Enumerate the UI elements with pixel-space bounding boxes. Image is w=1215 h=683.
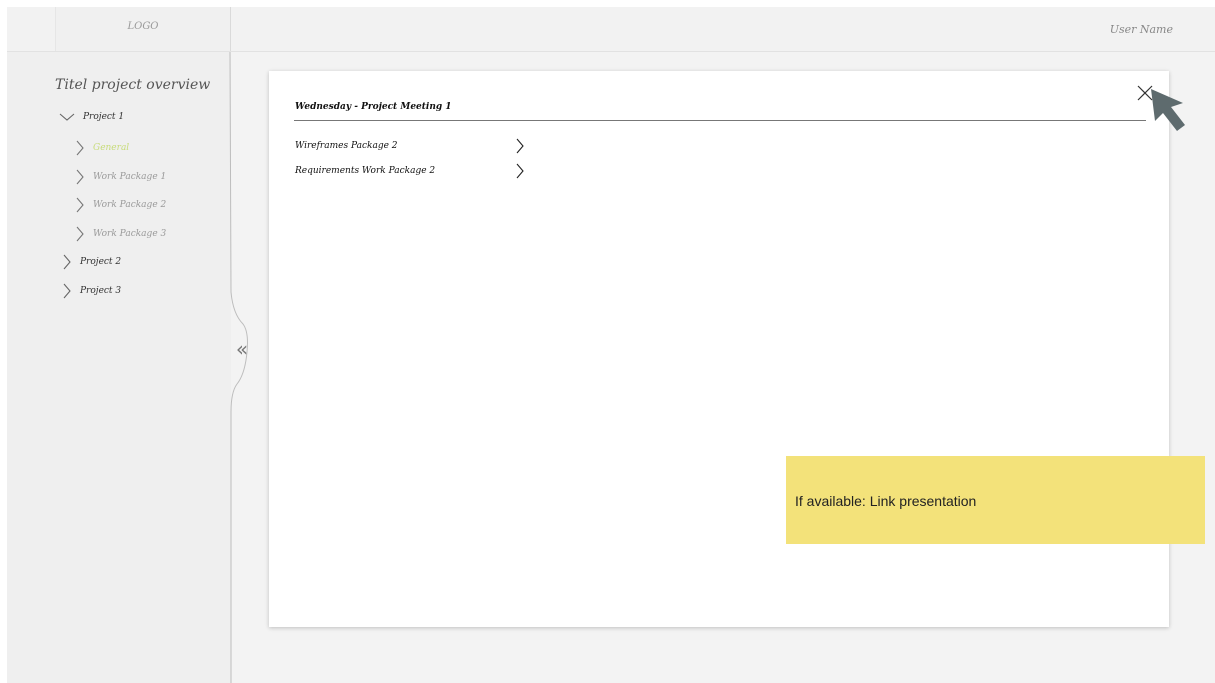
logo-area[interactable]: LOGO [55,7,231,51]
chevron-right-icon [76,140,84,156]
tree-item-label: Project 3 [80,286,122,296]
tree-item-label: Project 1 [83,112,125,122]
tree-item-label: Work Package 1 [93,172,167,182]
tree-item-label: Project 2 [80,257,122,267]
row-requirements-work-package-2[interactable]: Requirements Work Package 2 [295,162,525,180]
chevron-right-icon [516,138,524,154]
sidebar: Titel project overview Project 1 General… [7,52,231,683]
sticky-note-text: If available: Link presentation [795,493,977,509]
sticky-note: If available: Link presentation [786,456,1205,544]
row-wireframes-package-2[interactable]: Wireframes Package 2 [295,137,525,155]
chevron-right-icon [76,197,84,213]
user-name[interactable]: User Name [1110,23,1173,36]
tree-item-work-package-2[interactable]: Work Package 2 [75,197,166,213]
title-divider [294,120,1146,121]
chevron-right-icon [63,283,71,299]
collapse-sidebar-button[interactable]: « [231,337,253,361]
mouse-pointer-icon [1151,89,1185,131]
chevron-right-icon [76,226,84,242]
tree-item-label: Work Package 2 [93,200,167,210]
tree-item-project-3[interactable]: Project 3 [62,283,121,299]
tree-item-work-package-3[interactable]: Work Package 3 [75,226,166,242]
sidebar-title: Titel project overview [55,77,211,93]
logo: LOGO [127,21,159,32]
tree-item-project-2[interactable]: Project 2 [62,254,121,270]
row-label: Wireframes Package 2 [295,141,398,151]
tree-item-label: General [93,143,130,153]
chevron-right-icon [63,254,71,270]
chevron-down-icon [59,113,75,121]
tree-item-project-1[interactable]: Project 1 [59,112,124,122]
sidebar-edge [229,52,248,683]
top-bar: LOGO User Name [7,7,1215,52]
tree-item-label: Work Package 3 [93,229,167,239]
chevron-right-icon [516,163,524,179]
tree-item-work-package-1[interactable]: Work Package 1 [75,169,166,185]
row-label: Requirements Work Package 2 [295,166,436,176]
chevron-right-icon [76,169,84,185]
tree-item-general[interactable]: General [75,140,129,156]
app-frame: LOGO User Name Titel project overview Pr… [7,7,1215,683]
panel-title: Wednesday - Project Meeting 1 [295,102,452,112]
